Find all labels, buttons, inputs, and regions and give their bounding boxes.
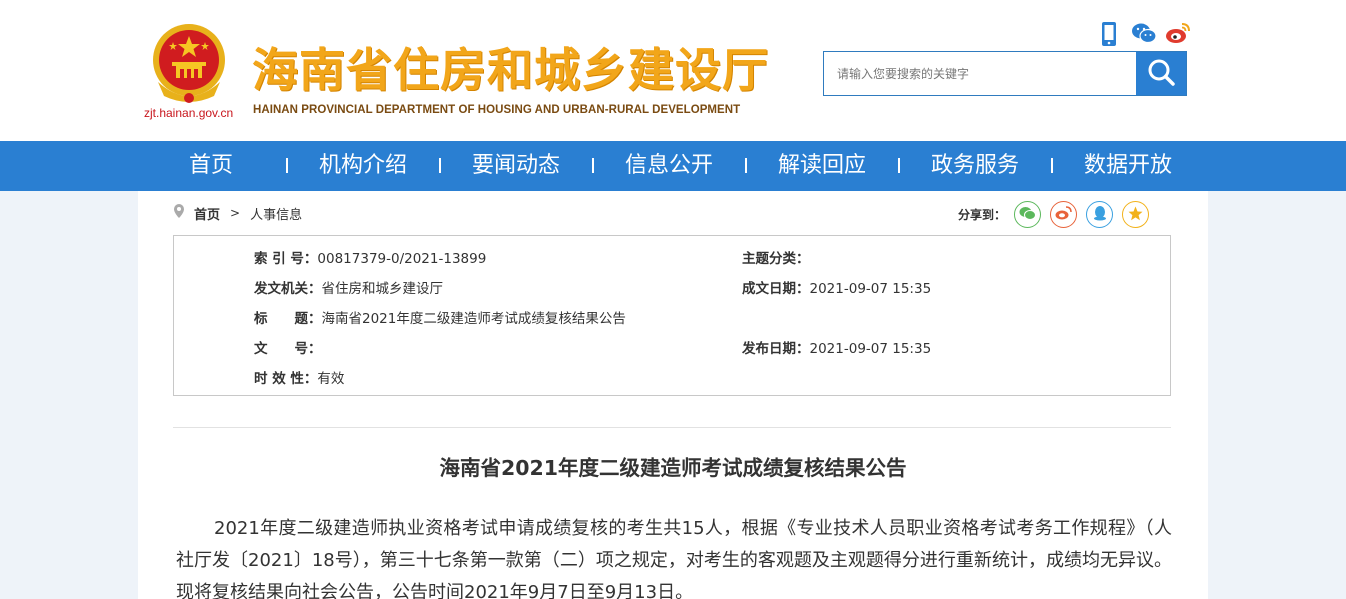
meta-doc-number: 文 号： bbox=[254, 337, 322, 357]
weibo-icon bbox=[1055, 206, 1072, 223]
meta-published-label: 发布日期： bbox=[742, 341, 810, 357]
meta-validity-value: 有效 bbox=[317, 371, 345, 387]
breadcrumb-home[interactable]: 首页 bbox=[194, 204, 220, 223]
search-box bbox=[823, 51, 1187, 96]
meta-topic-label: 主题分类： bbox=[742, 251, 810, 267]
content-panel: 首页 > 人事信息 分享到： 索 引 号：00817379-0/2021-138… bbox=[138, 191, 1208, 599]
breadcrumb-separator: > bbox=[230, 206, 241, 220]
nav-item-home[interactable]: 首页 bbox=[189, 141, 233, 191]
national-emblem-logo[interactable] bbox=[148, 22, 230, 106]
share-weibo-button[interactable] bbox=[1050, 201, 1078, 228]
share-wechat-button[interactable] bbox=[1014, 201, 1042, 228]
mobile-icon[interactable] bbox=[1097, 21, 1121, 46]
share-bar: 分享到： bbox=[958, 201, 1158, 228]
article-title: 海南省2021年度二级建造师考试成绩复核结果公告 bbox=[439, 456, 907, 480]
search-icon bbox=[1146, 57, 1176, 91]
meta-docno-label: 文 号： bbox=[254, 341, 322, 357]
meta-validity: 时 效 性：有效 bbox=[254, 367, 344, 387]
weibo-icon[interactable] bbox=[1165, 21, 1190, 45]
nav-item-news[interactable]: 要闻动态 bbox=[472, 141, 560, 191]
breadcrumb: 首页 > 人事信息 bbox=[174, 204, 302, 223]
site-header: zjt.hainan.gov.cn 海南省住房和城乡建设厅 HAINAN PRO… bbox=[0, 0, 1346, 141]
meta-issuer-value: 省住房和城乡建设厅 bbox=[321, 281, 444, 297]
nav-separator bbox=[286, 158, 288, 173]
document-metadata-table: 索 引 号：00817379-0/2021-13899 主题分类： 发文机关：省… bbox=[173, 235, 1171, 396]
nav-separator bbox=[745, 158, 747, 173]
meta-written-date: 成文日期：2021-09-07 15:35 bbox=[742, 277, 931, 297]
share-qzone-button[interactable] bbox=[1122, 201, 1150, 228]
site-domain: zjt.hainan.gov.cn bbox=[144, 106, 234, 120]
meta-published-value: 2021-09-07 15:35 bbox=[809, 341, 932, 357]
wechat-icon[interactable] bbox=[1131, 21, 1157, 45]
share-qq-button[interactable] bbox=[1086, 201, 1114, 228]
nav-item-services[interactable]: 政务服务 bbox=[931, 141, 1019, 191]
meta-published-date: 发布日期：2021-09-07 15:35 bbox=[742, 337, 931, 357]
nav-item-disclosure[interactable]: 信息公开 bbox=[625, 141, 713, 191]
main-nav: 首页 机构介绍 要闻动态 信息公开 解读回应 政务服务 数据开放 bbox=[0, 141, 1346, 191]
nav-separator bbox=[898, 158, 900, 173]
meta-written-value: 2021-09-07 15:35 bbox=[809, 281, 932, 297]
nav-separator bbox=[1051, 158, 1053, 173]
nav-item-about[interactable]: 机构介绍 bbox=[319, 141, 407, 191]
nav-item-interpretation[interactable]: 解读回应 bbox=[778, 141, 866, 191]
divider bbox=[173, 427, 1171, 428]
share-label: 分享到： bbox=[958, 208, 1007, 222]
nav-separator bbox=[592, 158, 594, 173]
nav-item-open-data[interactable]: 数据开放 bbox=[1084, 141, 1172, 191]
meta-validity-label: 时 效 性： bbox=[254, 371, 318, 387]
site-title[interactable]: 海南省住房和城乡建设厅 bbox=[252, 34, 769, 100]
qq-icon bbox=[1093, 205, 1107, 224]
location-pin-icon bbox=[174, 204, 184, 222]
meta-index-value: 00817379-0/2021-13899 bbox=[317, 251, 487, 267]
breadcrumb-current[interactable]: 人事信息 bbox=[250, 204, 302, 223]
site-subtitle: HAINAN PROVINCIAL DEPARTMENT OF HOUSING … bbox=[253, 104, 741, 116]
wechat-icon bbox=[1019, 206, 1037, 223]
meta-title-label: 标 题： bbox=[254, 311, 322, 327]
meta-issuer-label: 发文机关： bbox=[254, 281, 322, 297]
meta-written-label: 成文日期： bbox=[742, 281, 810, 297]
top-icons bbox=[1097, 20, 1190, 46]
meta-title-value: 海南省2021年度二级建造师考试成绩复核结果公告 bbox=[321, 311, 626, 327]
nav-separator bbox=[439, 158, 441, 173]
meta-issuer: 发文机关：省住房和城乡建设厅 bbox=[254, 277, 443, 297]
search-button[interactable] bbox=[1136, 52, 1186, 95]
meta-index: 索 引 号：00817379-0/2021-13899 bbox=[254, 247, 486, 267]
star-icon bbox=[1128, 206, 1143, 224]
meta-index-label: 索 引 号： bbox=[254, 251, 318, 267]
meta-title: 标 题：海南省2021年度二级建造师考试成绩复核结果公告 bbox=[254, 307, 626, 327]
article-body: 2021年度二级建造师执业资格考试申请成绩复核的考生共15人，根据《专业技术人员… bbox=[176, 518, 1172, 599]
search-input[interactable] bbox=[824, 52, 1136, 95]
meta-topic: 主题分类： bbox=[742, 247, 810, 267]
